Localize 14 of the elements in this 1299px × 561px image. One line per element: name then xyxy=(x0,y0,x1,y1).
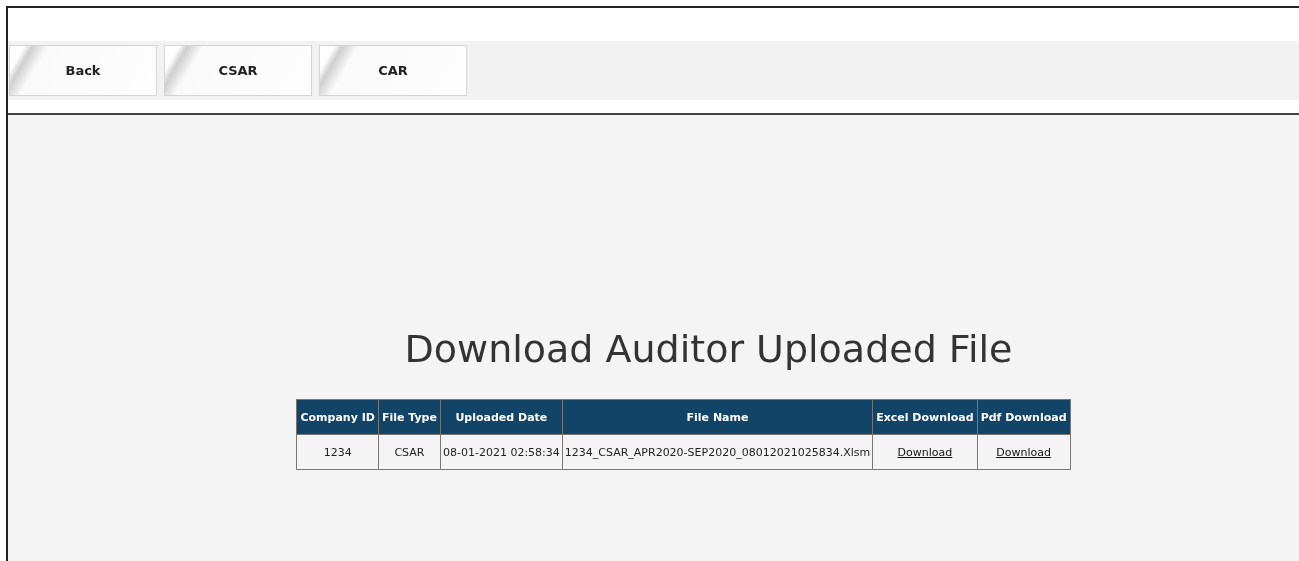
nav-button[interactable]: CAR xyxy=(319,45,467,96)
column-header: File Type xyxy=(378,399,441,435)
page-title: Download Auditor Uploaded File xyxy=(403,327,1013,371)
table-cell: CSAR xyxy=(378,434,441,470)
column-header: Uploaded Date xyxy=(440,399,563,435)
nav-button[interactable]: Back xyxy=(9,45,157,96)
table-cell: 1234 xyxy=(296,434,379,470)
table-cell: 1234_CSAR_APR2020-SEP2020_08012021025834.Xlsm xyxy=(562,434,873,470)
column-header: Pdf Download xyxy=(977,399,1071,435)
column-header: Company ID xyxy=(296,399,379,435)
table-cell: 08-01-2021 02:58:34 xyxy=(440,434,563,470)
column-header: File Name xyxy=(562,399,873,435)
nav-button[interactable]: CSAR xyxy=(164,45,312,96)
column-header: Excel Download xyxy=(872,399,978,435)
